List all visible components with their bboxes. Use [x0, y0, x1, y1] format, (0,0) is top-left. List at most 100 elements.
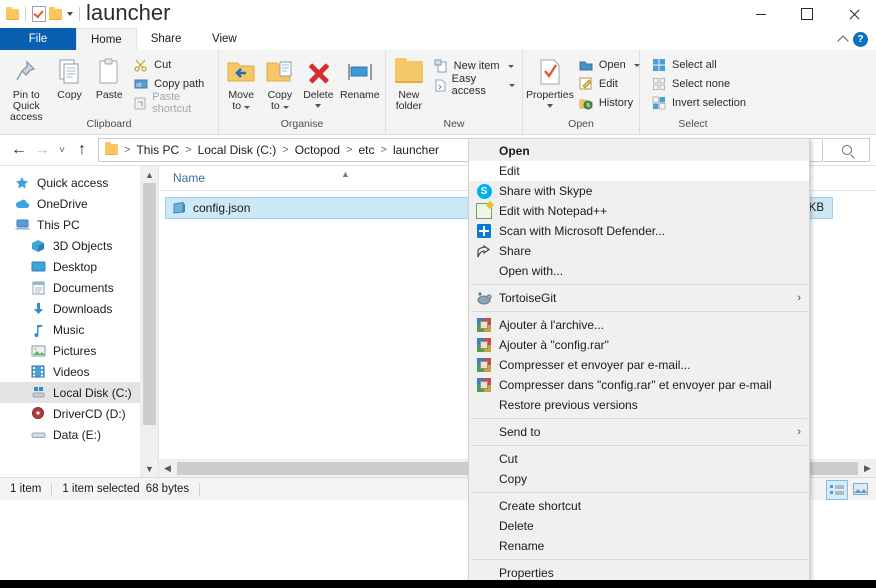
paste-button[interactable]: Paste: [89, 54, 129, 101]
context-menu-item-open-with[interactable]: Open with...: [469, 261, 809, 281]
context-menu-item-ajouter-archive[interactable]: Ajouter à l'archive...: [469, 315, 809, 335]
sidebar-item-local-disk-c[interactable]: Local Disk (C:): [0, 382, 158, 403]
scroll-right-icon[interactable]: ▶: [859, 460, 876, 477]
context-menu-separator: [471, 284, 807, 285]
context-menu-item-compresser-envoyer[interactable]: Compresser et envoyer par e-mail...: [469, 355, 809, 375]
folder-icon[interactable]: [6, 6, 19, 20]
chevron-down-icon[interactable]: [546, 104, 553, 108]
sidebar-item-desktop[interactable]: Desktop: [0, 256, 158, 277]
search-input[interactable]: [824, 138, 870, 162]
paste-shortcut-button[interactable]: Paste shortcut: [129, 91, 215, 115]
context-menu-separator: [471, 311, 807, 312]
large-icons-view-button[interactable]: [850, 480, 870, 498]
up-button[interactable]: ↑: [71, 139, 93, 161]
context-menu-item-create-shortcut[interactable]: Create shortcut: [469, 496, 809, 516]
chevron-down-icon[interactable]: [282, 106, 289, 109]
collapse-ribbon-icon[interactable]: [837, 34, 849, 47]
help-icon[interactable]: ?: [853, 31, 868, 47]
sidebar-item-downloads[interactable]: Downloads: [0, 298, 158, 319]
context-menu-item-edit[interactable]: Edit: [469, 161, 809, 181]
context-menu-item-scan-with-defender[interactable]: Scan with Microsoft Defender...: [469, 221, 809, 241]
sidebar-item-music[interactable]: Music: [0, 319, 158, 340]
sidebar-item-quick-access[interactable]: Quick access: [0, 172, 158, 193]
maximize-button[interactable]: [784, 0, 830, 28]
context-menu-item-share[interactable]: Share: [469, 241, 809, 261]
sidebar-item-3d-objects[interactable]: 3D Objects: [0, 235, 158, 256]
back-button[interactable]: ←: [8, 139, 30, 161]
scroll-up-icon[interactable]: ▲: [141, 166, 158, 183]
breadcrumb-item-this-pc[interactable]: This PC: [133, 143, 182, 157]
minimize-button[interactable]: [738, 0, 784, 28]
sidebar-item-documents[interactable]: Documents: [0, 277, 158, 298]
scroll-left-icon[interactable]: ◀: [159, 460, 176, 477]
context-menu-item-compresser-dans-config-rar[interactable]: Compresser dans "config.rar" et envoyer …: [469, 375, 809, 395]
chevron-down-icon[interactable]: [633, 63, 640, 67]
copy-to-button[interactable]: Copy to: [261, 54, 300, 112]
column-header-name[interactable]: Name: [173, 171, 205, 185]
details-view-button[interactable]: [826, 480, 848, 500]
edit-icon: [578, 76, 594, 92]
desktop-icon: [30, 259, 46, 275]
move-to-button[interactable]: Move to: [222, 54, 261, 112]
invert-selection-button[interactable]: Invert selection: [647, 94, 750, 112]
tab-file[interactable]: File: [0, 28, 76, 50]
chevron-down-icon[interactable]: [507, 64, 514, 68]
context-menu-item-send-to[interactable]: Send to ›: [469, 422, 809, 442]
sidebar-scrollbar[interactable]: ▲ ▼: [140, 166, 158, 477]
chevron-down-icon[interactable]: [315, 104, 322, 108]
delete-button[interactable]: Delete: [299, 54, 338, 108]
tab-view[interactable]: View: [195, 28, 253, 50]
context-menu-item-properties[interactable]: Properties: [469, 563, 809, 580]
context-menu-item-share-with-skype[interactable]: S Share with Skype: [469, 181, 809, 201]
context-menu-item-restore-previous-versions[interactable]: Restore previous versions: [469, 395, 809, 415]
open-button[interactable]: Open: [574, 56, 644, 74]
breadcrumb-item-launcher[interactable]: launcher: [390, 143, 442, 157]
chevron-down-icon[interactable]: [509, 83, 515, 87]
context-menu-item-rename[interactable]: Rename: [469, 536, 809, 556]
sidebar-item-this-pc[interactable]: This PC: [0, 214, 158, 235]
context-menu-item-tortoisegit[interactable]: TortoiseGit ›: [469, 288, 809, 308]
properties-label: Properties: [526, 89, 574, 101]
move-to-label-2: to: [232, 100, 242, 112]
chevron-down-icon[interactable]: [67, 12, 73, 16]
scroll-down-icon[interactable]: ▼: [141, 460, 158, 477]
sidebar-item-onedrive[interactable]: OneDrive: [0, 193, 158, 214]
close-button[interactable]: [830, 0, 876, 28]
sidebar-item-videos[interactable]: Videos: [0, 361, 158, 382]
new-folder-button[interactable]: New folder: [389, 54, 429, 112]
sidebar-item-data-e[interactable]: Data (E:): [0, 424, 158, 445]
context-menu-item-delete[interactable]: Delete: [469, 516, 809, 536]
json-file-icon: [172, 201, 186, 215]
easy-access-button[interactable]: Easy access: [429, 73, 519, 97]
copy-button[interactable]: Copy: [50, 54, 90, 101]
breadcrumb-item-octopod[interactable]: Octopod: [292, 143, 343, 157]
history-button[interactable]: History: [574, 94, 644, 112]
properties-button[interactable]: Properties: [526, 54, 574, 108]
context-menu-item-open[interactable]: Open: [469, 141, 809, 161]
tab-share[interactable]: Share: [137, 28, 196, 50]
cut-button[interactable]: Cut: [129, 56, 215, 74]
cd-drive-icon: [30, 406, 46, 422]
chevron-down-icon[interactable]: [244, 106, 251, 109]
context-menu-item-edit-with-notepadpp[interactable]: Edit with Notepad++: [469, 201, 809, 221]
sidebar-item-pictures[interactable]: Pictures: [0, 340, 158, 361]
new-folder-icon[interactable]: [49, 6, 62, 20]
qat-divider: [25, 7, 26, 21]
sidebar-item-drivercd-d[interactable]: DriverCD (D:): [0, 403, 158, 424]
properties-icon[interactable]: [32, 6, 46, 22]
select-none-button[interactable]: Select none: [647, 75, 750, 93]
forward-button[interactable]: →: [31, 139, 53, 161]
recent-locations-button[interactable]: ˅: [54, 139, 70, 161]
context-menu-item-ajouter-config-rar[interactable]: Ajouter à "config.rar": [469, 335, 809, 355]
cloud-icon: [14, 196, 30, 212]
context-menu-item-cut[interactable]: Cut: [469, 449, 809, 469]
breadcrumb-item-etc[interactable]: etc: [356, 143, 378, 157]
context-menu-item-copy[interactable]: Copy: [469, 469, 809, 489]
rename-button[interactable]: Rename: [338, 54, 382, 101]
breadcrumb-item-local-disk[interactable]: Local Disk (C:): [195, 143, 280, 157]
tab-home[interactable]: Home: [76, 28, 137, 51]
scrollbar-thumb[interactable]: [143, 183, 156, 425]
pin-to-quick-access-button[interactable]: Pin to Quick access: [3, 54, 50, 123]
select-all-button[interactable]: Select all: [647, 56, 750, 74]
edit-button[interactable]: Edit: [574, 75, 644, 93]
